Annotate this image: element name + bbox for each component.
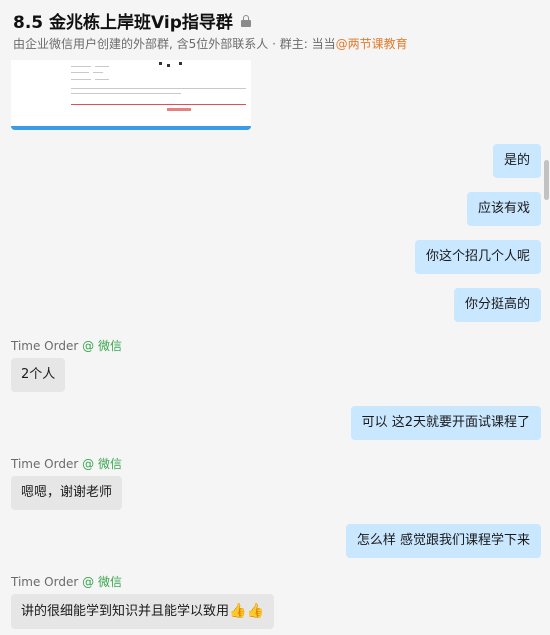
outgoing-message[interactable]: 你分挺高的 — [453, 288, 541, 322]
sender-name[interactable]: Time Order — [11, 457, 78, 471]
document-image-thumbnail[interactable] — [11, 52, 251, 130]
message-sender: Time Order @ 微信 — [11, 573, 122, 590]
sender-source-tag: @ 微信 — [82, 575, 122, 589]
outgoing-message[interactable]: 你这个招几个人呢 — [414, 240, 541, 274]
outgoing-message[interactable]: 可以 这2天就要开面试课程了 — [350, 406, 541, 440]
chat-header: 8.5 金兆栋上岸班Vip指导群 由企业微信用户创建的外部群, 含5位外部联系人… — [0, 0, 550, 60]
incoming-message-text: 讲的很细能学到知识并且能学以致用 — [21, 604, 230, 619]
group-subtitle-text: 由企业微信用户创建的外部群, 含5位外部联系人 · 群主: 当当 — [13, 37, 336, 51]
thumbs-up-icon: 👍 — [229, 603, 247, 619]
group-title[interactable]: 8.5 金兆栋上岸班Vip指导群 — [13, 8, 251, 33]
sender-source-tag: @ 微信 — [82, 457, 122, 471]
outgoing-message[interactable]: 怎么样 感觉跟我们课程学下来 — [345, 524, 541, 558]
outgoing-message[interactable]: 是的 — [492, 144, 541, 178]
group-subtitle: 由企业微信用户创建的外部群, 含5位外部联系人 · 群主: 当当@两节课教育 — [13, 35, 408, 52]
sender-name[interactable]: Time Order — [11, 339, 78, 353]
chat-scrollbar[interactable] — [544, 160, 549, 200]
thumbs-up-icon: 👍 — [246, 603, 264, 619]
incoming-message[interactable]: 2个人 — [11, 358, 66, 392]
incoming-message[interactable]: 嗯嗯，谢谢老师 — [11, 476, 123, 510]
sender-source-tag: @ 微信 — [82, 339, 122, 353]
group-owner-tag[interactable]: @两节课教育 — [336, 37, 408, 51]
incoming-message[interactable]: 讲的很细能学到知识并且能学以致用👍👍 — [11, 594, 274, 629]
lock-icon — [240, 14, 251, 27]
message-sender: Time Order @ 微信 — [11, 337, 122, 354]
group-title-text: 8.5 金兆栋上岸班Vip指导群 — [13, 13, 233, 33]
sender-name[interactable]: Time Order — [11, 575, 78, 589]
message-sender: Time Order @ 微信 — [11, 455, 122, 472]
outgoing-message[interactable]: 应该有戏 — [466, 192, 541, 226]
